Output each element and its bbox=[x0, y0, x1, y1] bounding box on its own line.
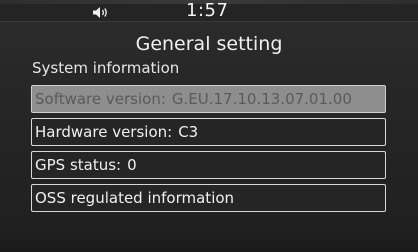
section-label: System information bbox=[32, 59, 180, 77]
hardware-version-value: C3 bbox=[178, 123, 199, 141]
gps-status-value: 0 bbox=[127, 156, 137, 174]
gps-status-row[interactable]: GPS status: 0 bbox=[31, 151, 386, 179]
status-bar: 1:57 bbox=[0, 0, 418, 21]
clock: 1:57 bbox=[186, 0, 229, 21]
screen: 1:57 General setting System information … bbox=[0, 0, 418, 252]
gps-status-label: GPS status: bbox=[35, 156, 122, 174]
speaker-icon bbox=[92, 4, 110, 18]
oss-regulated-information-button[interactable]: OSS regulated information bbox=[31, 184, 386, 212]
software-version-label: Software version: bbox=[35, 90, 166, 108]
software-version-value: G.EU.17.10.13.07.01.00 bbox=[171, 90, 352, 108]
page-title: General setting bbox=[135, 33, 283, 55]
oss-regulated-information-label: OSS regulated information bbox=[35, 189, 235, 207]
hardware-version-label: Hardware version: bbox=[35, 123, 173, 141]
bottom-shade bbox=[0, 222, 418, 252]
status-bar-divider bbox=[0, 21, 418, 22]
software-version-row: Software version: G.EU.17.10.13.07.01.00 bbox=[31, 85, 386, 113]
hardware-version-row[interactable]: Hardware version: C3 bbox=[31, 118, 386, 146]
